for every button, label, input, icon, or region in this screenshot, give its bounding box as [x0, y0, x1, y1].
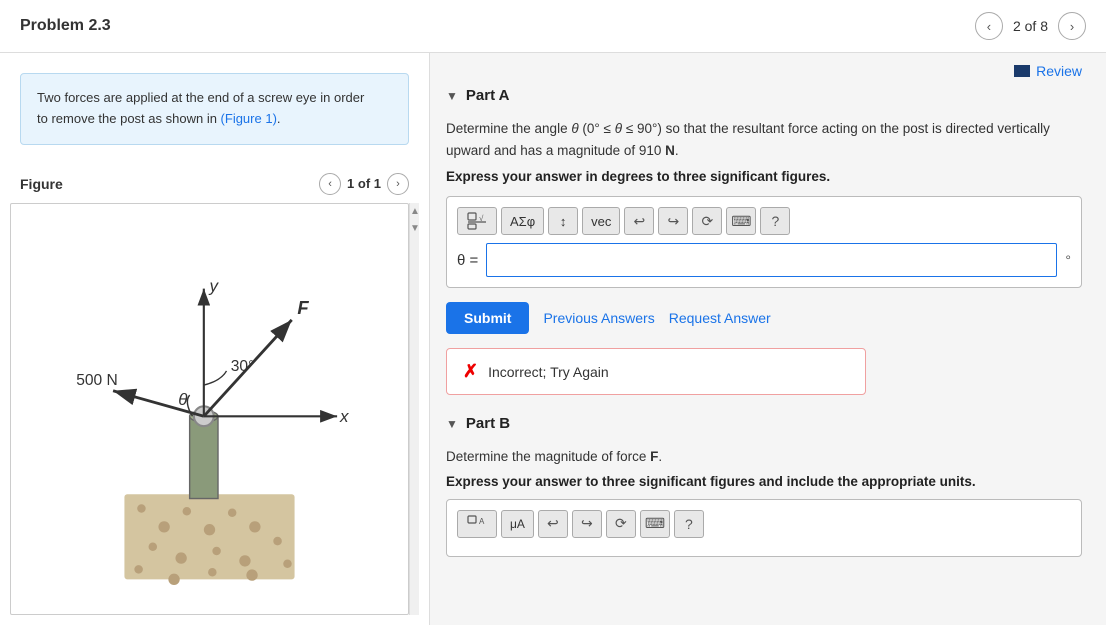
figure-header: Figure ‹ 1 of 1 › — [10, 165, 419, 203]
problem-description: Two forces are applied at the end of a s… — [20, 73, 409, 145]
svg-text:30°: 30° — [231, 358, 255, 375]
math-btn-fraction[interactable]: √ — [457, 207, 497, 235]
part-b-collapse-arrow[interactable]: ▼ — [446, 417, 458, 431]
math-toolbar-a: √ AΣφ ↕ vec ↩ ↪ ⟳ ⌨ ? — [457, 207, 1071, 235]
figure-nav: ‹ 1 of 1 › — [319, 173, 409, 195]
figure-section: Figure ‹ 1 of 1 › — [0, 165, 429, 625]
math-btn-keyboard[interactable]: ⌨ — [726, 207, 756, 235]
degree-symbol: ° — [1065, 252, 1071, 268]
prev-problem-button[interactable]: ‹ — [975, 12, 1003, 40]
math-toolbar-b: A μA ↩ ↪ ⟳ ⌨ ? — [457, 510, 1071, 538]
math-input-container-a: √ AΣφ ↕ vec ↩ ↪ ⟳ ⌨ ? θ = ° — [446, 196, 1082, 288]
top-bar: Problem 2.3 ‹ 2 of 8 › — [0, 0, 1106, 53]
theta-label: θ = — [457, 252, 478, 269]
page-indicator: 2 of 8 — [1013, 18, 1048, 34]
left-panel: Two forces are applied at the end of a s… — [0, 53, 430, 625]
part-b-label: Part B — [466, 415, 510, 432]
svg-text:F: F — [297, 297, 309, 318]
previous-answers-link[interactable]: Previous Answers — [543, 310, 654, 326]
math-btn-b-fraction[interactable]: A — [457, 510, 497, 538]
math-btn-help[interactable]: ? — [760, 207, 790, 235]
part-a-express: Express your answer in degrees to three … — [446, 169, 1082, 184]
review-label: Review — [1036, 63, 1082, 79]
problem-text-1: Two forces are applied at the end of a s… — [37, 90, 364, 105]
problem-text-3: . — [277, 111, 281, 126]
x-icon: ✗ — [463, 361, 478, 382]
math-btn-b-undo[interactable]: ↩ — [538, 510, 568, 538]
figure-scrollbar: ▲ ▼ — [409, 203, 419, 615]
math-btn-vec[interactable]: vec — [582, 207, 620, 235]
math-input-container-b: A μA ↩ ↪ ⟳ ⌨ ? — [446, 499, 1082, 557]
problem-title: Problem 2.3 — [20, 17, 111, 35]
part-a-header: ▼ Part A — [446, 87, 1082, 104]
review-icon — [1014, 65, 1030, 77]
next-problem-button[interactable]: › — [1058, 12, 1086, 40]
svg-text:x: x — [339, 407, 349, 426]
math-btn-refresh[interactable]: ⟳ — [692, 207, 722, 235]
math-btn-sigma[interactable]: AΣφ — [501, 207, 544, 235]
math-btn-b-help[interactable]: ? — [674, 510, 704, 538]
part-a-collapse-arrow[interactable]: ▼ — [446, 89, 458, 103]
action-row-a: Submit Previous Answers Request Answer — [446, 302, 1082, 334]
svg-text:y: y — [209, 276, 220, 295]
part-a-question: Determine the angle θ (0° ≤ θ ≤ 90°) so … — [446, 118, 1082, 161]
math-btn-b-keyboard[interactable]: ⌨ — [640, 510, 670, 538]
problem-text-2: to remove the post as shown in — [37, 111, 221, 126]
part-a-section: ▼ Part A Determine the angle θ (0° ≤ θ ≤… — [446, 87, 1082, 395]
svg-text:√: √ — [479, 214, 484, 223]
result-text: Incorrect; Try Again — [488, 364, 609, 380]
main-layout: Two forces are applied at the end of a s… — [0, 53, 1106, 625]
panel-content: Review ▼ Part A Determine the angle θ (0… — [430, 53, 1106, 577]
figure-scroll-down[interactable]: ▼ — [410, 220, 419, 237]
math-btn-arrows[interactable]: ↕ — [548, 207, 578, 235]
result-box: ✗ Incorrect; Try Again — [446, 348, 866, 395]
math-btn-b-redo[interactable]: ↪ — [572, 510, 602, 538]
part-b-express: Express your answer to three significant… — [446, 474, 1082, 489]
figure-canvas: y x F 30° 500 N θ — [10, 203, 409, 615]
part-b-section: ▼ Part B Determine the magnitude of forc… — [446, 415, 1082, 557]
theta-input[interactable] — [486, 243, 1057, 277]
math-btn-redo[interactable]: ↪ — [658, 207, 688, 235]
figure-counter: 1 of 1 — [347, 176, 381, 191]
part-a-label: Part A — [466, 87, 510, 104]
math-btn-b-refresh[interactable]: ⟳ — [606, 510, 636, 538]
figure-prev-button[interactable]: ‹ — [319, 173, 341, 195]
submit-button[interactable]: Submit — [446, 302, 529, 334]
figure-next-button[interactable]: › — [387, 173, 409, 195]
request-answer-link[interactable]: Request Answer — [669, 310, 771, 326]
figure-label: Figure — [20, 176, 63, 192]
math-btn-undo[interactable]: ↩ — [624, 207, 654, 235]
part-b-question: Determine the magnitude of force F. — [446, 446, 1082, 468]
nav-controls: ‹ 2 of 8 › — [975, 12, 1086, 40]
svg-text:A: A — [479, 517, 485, 526]
right-panel: Review ▼ Part A Determine the angle θ (0… — [430, 53, 1106, 625]
figure-scroll-up[interactable]: ▲ — [410, 203, 419, 220]
part-b-header: ▼ Part B — [446, 415, 1082, 432]
svg-text:θ: θ — [178, 390, 188, 409]
figure-link[interactable]: (Figure 1) — [221, 111, 277, 126]
figure-wrapper: y x F 30° 500 N θ — [10, 203, 419, 615]
svg-text:500 N: 500 N — [76, 372, 118, 389]
review-link[interactable]: Review — [446, 63, 1082, 79]
math-btn-b-ua[interactable]: μA — [501, 510, 534, 538]
input-row-a: θ = ° — [457, 243, 1071, 277]
